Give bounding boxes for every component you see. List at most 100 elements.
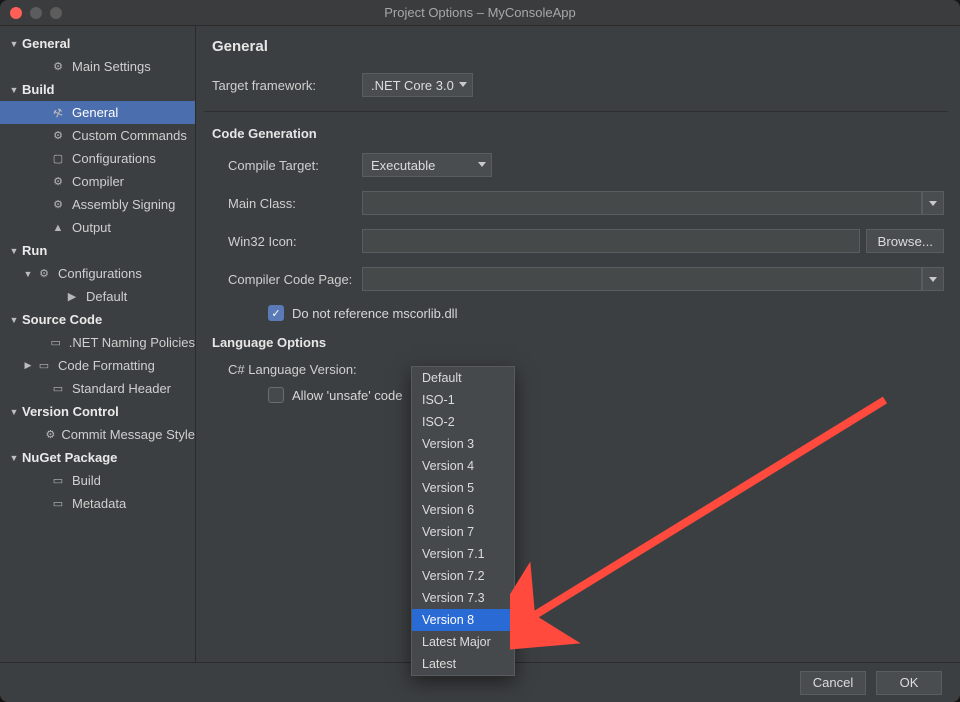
sidebar-item-commit-message-style[interactable]: ⚙Commit Message Style [0, 423, 195, 446]
lang-option-version-5[interactable]: Version 5 [412, 477, 514, 499]
sidebar-item-nuget-package[interactable]: ▼NuGet Package [0, 446, 195, 469]
sidebar: ▼General⚙Main Settings▼Build⚒General⚙Cus… [0, 26, 196, 662]
lang-option-version-7[interactable]: Version 7 [412, 521, 514, 543]
sidebar-item-label: .NET Naming Policies [69, 335, 195, 350]
sidebar-item-label: General [22, 36, 70, 51]
expand-arrow-icon: ▼ [8, 407, 20, 417]
close-icon[interactable] [10, 7, 22, 19]
play-icon: ▶ [64, 289, 80, 305]
mscorlib-checkbox[interactable]: ✓ [268, 305, 284, 321]
csharp-language-version-popup[interactable]: DefaultISO-1ISO-2Version 3Version 4Versi… [411, 366, 515, 676]
minimize-icon[interactable] [30, 7, 42, 19]
mscorlib-label: Do not reference mscorlib.dll [292, 306, 457, 321]
csharp-language-version-label: C# Language Version: [212, 362, 382, 377]
content-panel: General Target framework: .NET Core 3.0 … [196, 26, 960, 662]
sidebar-item-label: Build [22, 82, 55, 97]
doc-icon: ▭ [50, 496, 66, 512]
allow-unsafe-checkbox[interactable] [268, 387, 284, 403]
sidebar-item--net-naming-policies[interactable]: ▭ .NET Naming Policies [0, 331, 195, 354]
gear-icon: ⚙ [36, 266, 52, 282]
main-class-input[interactable] [362, 191, 922, 215]
compile-target-dropdown[interactable]: Executable [362, 153, 492, 177]
lang-option-version-7-3[interactable]: Version 7.3 [412, 587, 514, 609]
chevron-down-icon [478, 162, 486, 167]
sidebar-item-general[interactable]: ▼General [0, 32, 195, 55]
maximize-icon[interactable] [50, 7, 62, 19]
lang-option-version-8[interactable]: Version 8 [412, 609, 514, 631]
compiler-code-page-dropdown-button[interactable] [922, 267, 944, 291]
sidebar-item-general[interactable]: ⚒General [0, 101, 195, 124]
window-controls [10, 7, 62, 19]
language-options-header: Language Options [212, 335, 944, 350]
target-framework-dropdown[interactable]: .NET Core 3.0 [362, 73, 473, 97]
doc-icon: ▭ [49, 335, 63, 351]
chevron-down-icon [929, 201, 937, 206]
lang-option-latest-major[interactable]: Latest Major [412, 631, 514, 653]
sidebar-item-label: Version Control [22, 404, 119, 419]
sidebar-item-version-control[interactable]: ▼Version Control [0, 400, 195, 423]
compiler-code-page-label: Compiler Code Page: [212, 272, 362, 287]
gear-icon: ⚙ [50, 197, 66, 213]
lang-option-version-6[interactable]: Version 6 [412, 499, 514, 521]
sidebar-item-output[interactable]: ▲Output [0, 216, 195, 239]
main-class-label: Main Class: [212, 196, 362, 211]
content-header: General [196, 26, 960, 73]
gear-icon: ⚙ [50, 128, 66, 144]
output-icon: ▲ [50, 220, 66, 236]
code-generation-header: Code Generation [212, 126, 944, 141]
window-title: Project Options – MyConsoleApp [0, 5, 960, 20]
gear-icon: ⚙ [45, 427, 55, 443]
lang-option-latest[interactable]: Latest [412, 653, 514, 675]
lang-option-iso-1[interactable]: ISO-1 [412, 389, 514, 411]
expand-arrow-icon: ▶ [22, 360, 34, 371]
sidebar-item-label: Default [86, 289, 127, 304]
browse-button[interactable]: Browse... [866, 229, 944, 253]
sidebar-item-label: Assembly Signing [72, 197, 175, 212]
sidebar-item-label: Source Code [22, 312, 102, 327]
sidebar-item-label: Build [72, 473, 101, 488]
sidebar-item-label: Compiler [72, 174, 124, 189]
compile-target-value: Executable [371, 158, 435, 173]
sidebar-item-label: Configurations [58, 266, 142, 281]
sidebar-item-source-code[interactable]: ▼Source Code [0, 308, 195, 331]
sidebar-item-build[interactable]: ▭Build [0, 469, 195, 492]
sidebar-item-run[interactable]: ▼Run [0, 239, 195, 262]
sidebar-item-custom-commands[interactable]: ⚙Custom Commands [0, 124, 195, 147]
gear-icon: ⚙ [50, 174, 66, 190]
sidebar-item-label: Standard Header [72, 381, 171, 396]
sidebar-item-label: NuGet Package [22, 450, 117, 465]
sidebar-item-main-settings[interactable]: ⚙Main Settings [0, 55, 195, 78]
titlebar: Project Options – MyConsoleApp [0, 0, 960, 26]
ok-button[interactable]: OK [876, 671, 942, 695]
gear-icon: ⚙ [50, 59, 66, 75]
lang-option-version-7-1[interactable]: Version 7.1 [412, 543, 514, 565]
cancel-button[interactable]: Cancel [800, 671, 866, 695]
compiler-code-page-input[interactable] [362, 267, 922, 291]
expand-arrow-icon: ▼ [8, 85, 20, 95]
allow-unsafe-label: Allow 'unsafe' code [292, 388, 402, 403]
page-title: General [212, 38, 944, 55]
sidebar-item-standard-header[interactable]: ▭Standard Header [0, 377, 195, 400]
main-class-dropdown-button[interactable] [922, 191, 944, 215]
lang-option-default[interactable]: Default [412, 367, 514, 389]
expand-arrow-icon: ▼ [22, 269, 34, 279]
lang-option-version-3[interactable]: Version 3 [412, 433, 514, 455]
lang-option-version-7-2[interactable]: Version 7.2 [412, 565, 514, 587]
sidebar-item-assembly-signing[interactable]: ⚙ Assembly Signing [0, 193, 195, 216]
compile-target-label: Compile Target: [212, 158, 362, 173]
sidebar-item-compiler[interactable]: ⚙ Compiler [0, 170, 195, 193]
sidebar-item-metadata[interactable]: ▭Metadata [0, 492, 195, 515]
sidebar-item-code-formatting[interactable]: ▶▭Code Formatting [0, 354, 195, 377]
sidebar-item-configurations[interactable]: ▼⚙ Configurations [0, 262, 195, 285]
win32-icon-label: Win32 Icon: [212, 234, 362, 249]
target-framework-label: Target framework: [212, 78, 362, 93]
sidebar-item-default[interactable]: ▶ Default [0, 285, 195, 308]
sidebar-item-label: Code Formatting [58, 358, 155, 373]
win32-icon-input[interactable] [362, 229, 860, 253]
project-options-window: Project Options – MyConsoleApp ▼General⚙… [0, 0, 960, 702]
sidebar-item-configurations[interactable]: ▢Configurations [0, 147, 195, 170]
hammer-icon: ⚒ [48, 102, 69, 123]
sidebar-item-build[interactable]: ▼Build [0, 78, 195, 101]
lang-option-iso-2[interactable]: ISO-2 [412, 411, 514, 433]
lang-option-version-4[interactable]: Version 4 [412, 455, 514, 477]
